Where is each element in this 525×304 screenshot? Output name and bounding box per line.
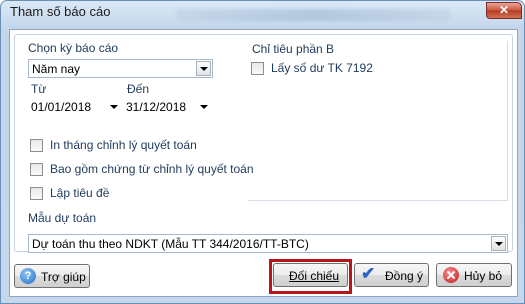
highlight-frame	[269, 259, 352, 294]
parameters-panel: Chọn kỳ báo cáo Năm nay Từ 01/01/2018 Đế…	[14, 34, 513, 253]
checkmark-icon: ✔	[361, 264, 376, 283]
option-label-print-month: In tháng chỉnh lý quyết toán	[50, 138, 197, 152]
chevron-down-icon[interactable]	[107, 99, 121, 114]
question-icon: ?	[20, 268, 36, 284]
chevron-down-icon[interactable]	[197, 99, 211, 114]
to-date-picker[interactable]: 31/12/2018	[123, 97, 212, 116]
option-checkbox-create-title[interactable]	[30, 187, 43, 200]
cancel-button-label: Hủy bỏ	[464, 269, 503, 283]
option-label-include-vouchers: Bao gồm chứng từ chỉnh lý quyết toán	[50, 162, 254, 176]
option-checkbox-print-month[interactable]	[30, 139, 43, 152]
to-label: Đến	[127, 82, 150, 96]
report-period-select[interactable]: Năm nay	[28, 59, 213, 78]
report-period-value: Năm nay	[32, 62, 81, 76]
no-entry-icon	[443, 267, 459, 283]
report-period-label: Chọn kỳ báo cáo	[28, 41, 119, 55]
chevron-down-icon[interactable]	[196, 61, 211, 76]
dialog-body: Chọn kỳ báo cáo Năm nay Từ 01/01/2018 Đế…	[9, 29, 518, 297]
template-value: Dự toán thu theo NDKT (Mẫu TT 344/2016/T…	[32, 237, 309, 251]
close-button[interactable]: ✕	[486, 2, 522, 19]
help-button[interactable]: ? Trợ giúp	[14, 264, 90, 288]
from-label: Từ	[31, 82, 47, 96]
part-b-checkbox-label: Lấy số dư TK 7192	[271, 61, 373, 75]
part-b-checkbox[interactable]	[251, 62, 264, 75]
template-select[interactable]: Dự toán thu theo NDKT (Mẫu TT 344/2016/T…	[28, 234, 508, 253]
cancel-button[interactable]: Hủy bỏ	[436, 263, 512, 287]
option-checkbox-include-vouchers[interactable]	[30, 163, 43, 176]
ok-button[interactable]: ✔ Đồng ý	[354, 263, 429, 287]
ok-button-label: Đồng ý	[385, 269, 424, 283]
from-date-picker[interactable]: 01/01/2018	[28, 97, 122, 116]
part-b-label: Chỉ tiêu phần B	[252, 42, 335, 56]
from-date-value: 01/01/2018	[31, 100, 92, 114]
option-label-create-title: Lập tiêu đề	[50, 186, 110, 200]
chevron-down-icon[interactable]	[491, 236, 506, 251]
window-title: Tham số báo cáo	[10, 4, 111, 19]
dialog-window: Tham số báo cáo ✕ Chọn kỳ báo cáo Năm na…	[0, 0, 525, 304]
to-date-value: 31/12/2018	[126, 100, 187, 114]
template-label: Mẫu dự toán	[28, 211, 97, 225]
blurred-background-text	[176, 9, 451, 21]
help-button-label: Trợ giúp	[41, 270, 86, 284]
